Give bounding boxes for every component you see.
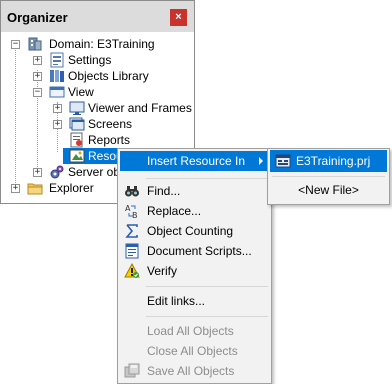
tree-item-label: Reports — [88, 133, 131, 147]
tree-connector — [37, 70, 38, 175]
tree-item-label: Explorer — [49, 181, 94, 195]
svg-text:A: A — [125, 204, 131, 213]
expand-icon[interactable]: + — [53, 120, 62, 129]
settings-icon — [49, 52, 65, 68]
resources-icon — [69, 148, 85, 164]
expand-icon[interactable]: + — [33, 56, 42, 65]
tree-item-label: Objects Library — [68, 69, 149, 83]
menu-separator — [146, 316, 268, 317]
organizer-titlebar: Organizer × — [1, 1, 194, 32]
menu-item-label: Replace... — [147, 204, 202, 218]
project-icon — [275, 153, 291, 169]
close-button[interactable]: × — [170, 9, 187, 26]
save-all-icon — [124, 363, 140, 379]
menu-item-label: Save All Objects — [147, 364, 235, 378]
menu-item-find[interactable]: Find... — [120, 181, 271, 201]
reports-icon — [69, 132, 85, 148]
tree-item-label: View — [68, 85, 94, 99]
tree-item-label: Settings — [68, 53, 112, 67]
menu-item-document-scripts[interactable]: Document Scripts... — [120, 241, 271, 261]
insert-resource-submenu: E3Training.prj <New File> — [267, 148, 390, 205]
domain-icon — [27, 36, 43, 52]
menu-item-label: Document Scripts... — [147, 244, 252, 258]
submenu-item-label: <New File> — [298, 183, 359, 197]
screens-icon — [69, 116, 85, 132]
menu-item-insert-resource-in[interactable]: Insert Resource In — [120, 151, 271, 171]
menu-item-label: Find... — [147, 184, 181, 198]
document-scripts-icon — [124, 243, 140, 259]
menu-item-object-counting[interactable]: Object Counting — [120, 221, 271, 241]
menu-item-label: Object Counting — [147, 224, 234, 238]
menu-item-save-all-objects[interactable]: Save All Objects — [120, 361, 271, 381]
submenu-item-label: E3Training.prj — [296, 154, 371, 168]
tree-item-label: Screens — [88, 117, 133, 131]
menu-item-edit-links[interactable]: Edit links... — [120, 291, 271, 311]
svg-text:B: B — [132, 211, 138, 219]
menu-separator — [146, 286, 268, 287]
tree-item-label: Domain: E3Training — [49, 37, 155, 51]
menu-item-verify[interactable]: Verify — [120, 261, 271, 281]
submenu-item-new-file[interactable]: <New File> — [270, 179, 387, 201]
submenu-item-e3training-prj[interactable]: E3Training.prj — [270, 150, 387, 172]
expand-icon[interactable]: + — [33, 168, 42, 177]
collapse-icon[interactable]: − — [33, 88, 42, 97]
replace-icon: AB — [124, 203, 140, 220]
expand-icon[interactable]: + — [33, 72, 42, 81]
view-icon — [49, 84, 65, 100]
menu-item-replace[interactable]: AB Replace... — [120, 201, 271, 221]
library-icon — [49, 68, 65, 84]
menu-item-label: Insert Resource In — [147, 154, 246, 168]
tree-item-label: Viewer and Frames — [88, 101, 192, 115]
sigma-icon — [124, 223, 140, 239]
tree-connector — [15, 46, 16, 185]
menu-item-label: Edit links... — [147, 294, 206, 308]
collapse-icon[interactable]: − — [11, 40, 20, 49]
organizer-title: Organizer — [7, 10, 68, 25]
warning-icon — [124, 262, 140, 279]
expand-icon[interactable]: + — [53, 104, 62, 113]
menu-item-close-all-objects[interactable]: Close All Objects — [120, 341, 271, 361]
server-objects-icon — [49, 164, 65, 180]
close-icon: × — [175, 11, 182, 23]
menu-item-label: Verify — [147, 264, 178, 278]
menu-separator — [146, 178, 268, 179]
submenu-arrow-icon — [259, 157, 263, 165]
menu-item-label: Close All Objects — [147, 344, 238, 358]
menu-separator — [272, 176, 385, 177]
folder-icon — [27, 180, 43, 196]
binoculars-icon — [124, 183, 140, 199]
menu-item-label: Load All Objects — [147, 324, 234, 338]
context-menu: Insert Resource In Find... AB Replace...… — [117, 148, 272, 384]
tree-item-label: Server obj — [68, 165, 123, 179]
expand-icon[interactable]: + — [11, 184, 20, 193]
menu-item-load-all-objects[interactable]: Load All Objects — [120, 321, 271, 341]
viewer-icon — [69, 100, 85, 116]
